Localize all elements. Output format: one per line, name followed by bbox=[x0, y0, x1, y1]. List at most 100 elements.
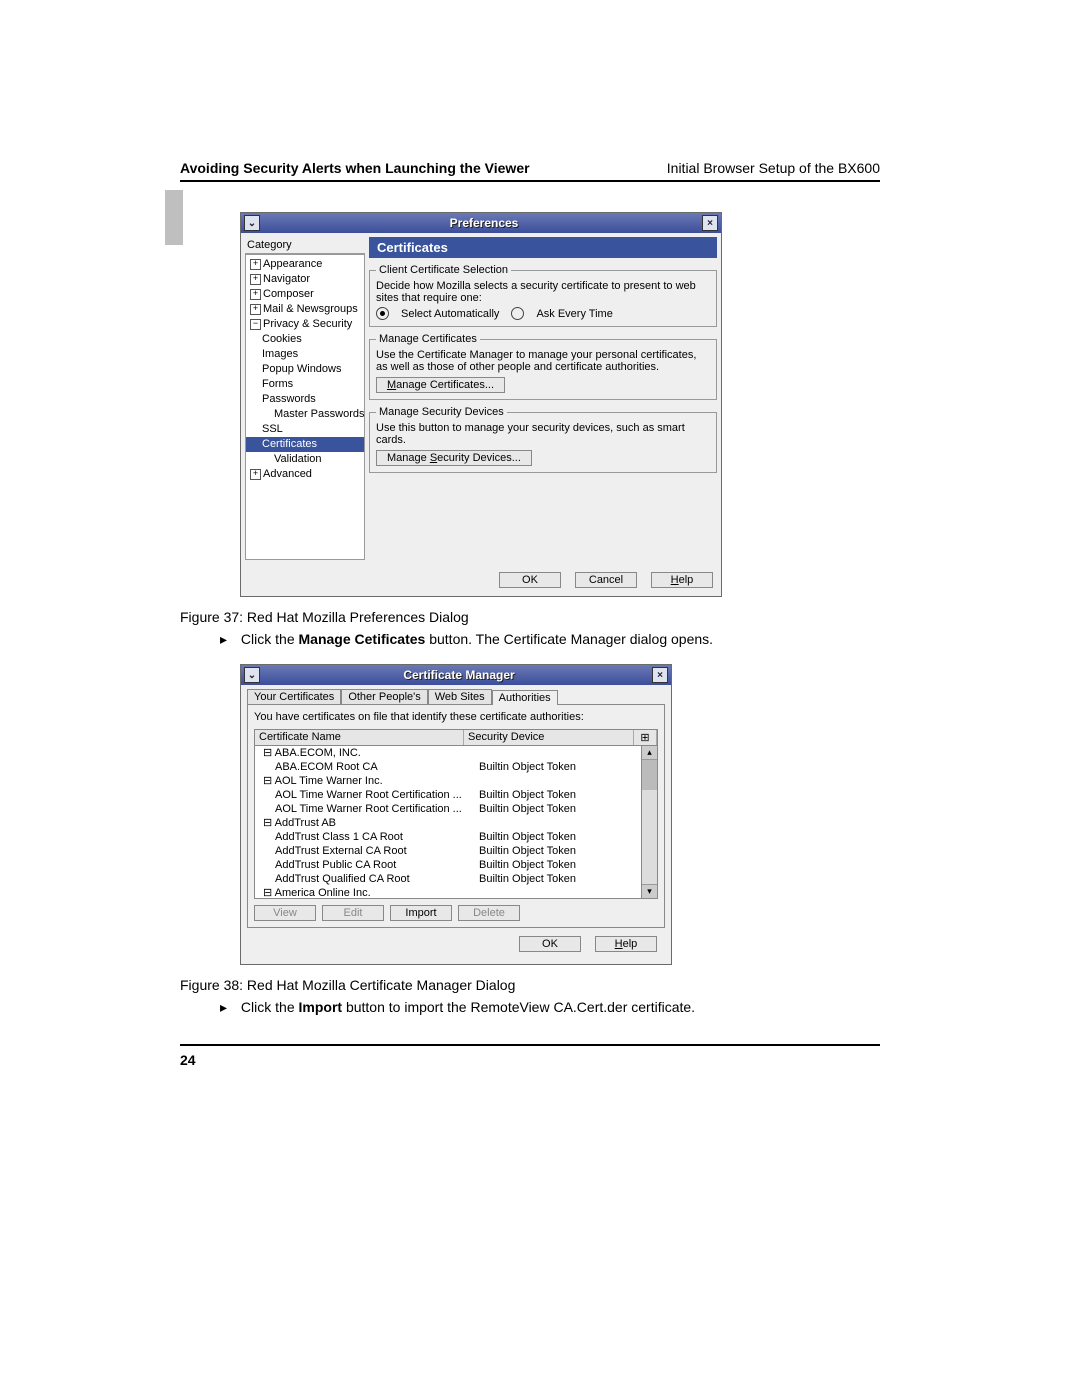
cm-table-header: Certificate Name Security Device ⊞ bbox=[254, 729, 658, 746]
group-text: Decide how Mozilla selects a security ce… bbox=[376, 280, 710, 304]
tree-item[interactable]: Forms bbox=[246, 377, 364, 392]
panel-title: Certificates bbox=[369, 237, 717, 258]
scroll-up-icon[interactable]: ▴ bbox=[642, 746, 657, 760]
page-number: 24 bbox=[180, 1052, 880, 1068]
manage-security-devices-button[interactable]: Manage Security Devices... bbox=[376, 450, 532, 466]
header-right: Initial Browser Setup of the BX600 bbox=[667, 160, 880, 176]
radio-label: Select Automatically bbox=[401, 308, 499, 320]
cm-titlebar: ⌄ Certificate Manager × bbox=[241, 665, 671, 685]
table-row[interactable]: ⊟ AddTrust AB bbox=[255, 816, 641, 830]
edit-button[interactable]: Edit bbox=[322, 905, 384, 921]
plus-icon[interactable]: + bbox=[250, 469, 261, 480]
tree-item[interactable]: Privacy & Security bbox=[263, 318, 352, 330]
tree-item[interactable]: Passwords bbox=[246, 392, 364, 407]
tree-item[interactable]: Advanced bbox=[263, 468, 312, 480]
col-security-device[interactable]: Security Device bbox=[464, 730, 634, 745]
import-button[interactable]: Import bbox=[390, 905, 452, 921]
figure-caption-37: Figure 37: Red Hat Mozilla Preferences D… bbox=[180, 609, 880, 625]
category-label: Category bbox=[245, 237, 365, 254]
scroll-thumb[interactable] bbox=[642, 760, 657, 790]
plus-icon[interactable]: + bbox=[250, 274, 261, 285]
bold-text: Manage Cetificates bbox=[299, 631, 426, 647]
page-header: Avoiding Security Alerts when Launching … bbox=[180, 160, 880, 182]
legend: Manage Security Devices bbox=[376, 406, 507, 418]
cert-name-cell: AddTrust Public CA Root bbox=[255, 858, 475, 872]
scrollbar[interactable]: ▴ ▾ bbox=[642, 746, 658, 899]
tree-item[interactable]: Navigator bbox=[263, 273, 310, 285]
tree-item[interactable]: Validation bbox=[246, 452, 364, 467]
security-device-cell bbox=[463, 816, 641, 830]
tab-your-certificates[interactable]: Your Certificates bbox=[247, 689, 341, 704]
tree-item[interactable]: Composer bbox=[263, 288, 314, 300]
tree-item[interactable]: Images bbox=[246, 347, 364, 362]
security-device-cell bbox=[463, 886, 641, 899]
tree-item[interactable]: Popup Windows bbox=[246, 362, 364, 377]
manage-certificates-button[interactable]: Manage Certificates... bbox=[376, 377, 505, 393]
security-device-cell bbox=[463, 746, 641, 760]
radio-label: Ask Every Time bbox=[536, 308, 612, 320]
cert-name-cell: AOL Time Warner Root Certification ... bbox=[255, 788, 475, 802]
table-row[interactable]: ⊟ AOL Time Warner Inc. bbox=[255, 774, 641, 788]
table-row[interactable]: AddTrust Public CA RootBuiltin Object To… bbox=[255, 858, 641, 872]
table-row[interactable]: ABA.ECOM Root CABuiltin Object Token bbox=[255, 760, 641, 774]
bullet-icon: ▸ bbox=[220, 999, 227, 1016]
tree-item[interactable]: Appearance bbox=[263, 258, 322, 270]
instruction-2: ▸ Click the Import button to import the … bbox=[220, 999, 880, 1016]
table-row[interactable]: AOL Time Warner Root Certification ...Bu… bbox=[255, 788, 641, 802]
window-menu-icon[interactable]: ⌄ bbox=[244, 215, 260, 231]
ok-button[interactable]: OK bbox=[519, 936, 581, 952]
cancel-button[interactable]: Cancel bbox=[575, 572, 637, 588]
tab-other-peoples[interactable]: Other People's bbox=[341, 689, 427, 704]
plus-icon[interactable]: + bbox=[250, 289, 261, 300]
cert-name-cell: AddTrust External CA Root bbox=[255, 844, 475, 858]
text: button to import the RemoteView CA.Cert.… bbox=[342, 999, 695, 1015]
col-certificate-name[interactable]: Certificate Name bbox=[255, 730, 464, 745]
tab-web-sites[interactable]: Web Sites bbox=[428, 689, 492, 704]
cert-name-cell: AddTrust Qualified CA Root bbox=[255, 872, 475, 886]
table-row[interactable]: ⊟ America Online Inc. bbox=[255, 886, 641, 899]
prefs-title: Preferences bbox=[266, 216, 702, 230]
bullet-icon: ▸ bbox=[220, 631, 227, 648]
delete-button[interactable]: Delete bbox=[458, 905, 520, 921]
scroll-down-icon[interactable]: ▾ bbox=[642, 884, 657, 898]
footer-rule bbox=[180, 1044, 880, 1046]
minus-icon[interactable]: − bbox=[250, 319, 261, 330]
client-cert-selection-group: Client Certificate Selection Decide how … bbox=[369, 264, 717, 327]
category-tree[interactable]: +Appearance +Navigator +Composer +Mail &… bbox=[245, 254, 365, 560]
tree-item[interactable]: Master Passwords bbox=[246, 407, 364, 422]
help-button[interactable]: Help bbox=[595, 936, 657, 952]
certificate-manager-dialog: ⌄ Certificate Manager × Your Certificate… bbox=[240, 664, 672, 965]
group-text: Use the Certificate Manager to manage yo… bbox=[376, 349, 710, 373]
cert-name-cell: ⊟ AOL Time Warner Inc. bbox=[255, 774, 463, 788]
table-row[interactable]: AddTrust Class 1 CA RootBuiltin Object T… bbox=[255, 830, 641, 844]
view-button[interactable]: View bbox=[254, 905, 316, 921]
ok-button[interactable]: OK bbox=[499, 572, 561, 588]
legend: Manage Certificates bbox=[376, 333, 480, 345]
col-menu-icon[interactable]: ⊞ bbox=[634, 730, 657, 745]
radio-select-auto[interactable] bbox=[376, 307, 389, 320]
cm-title: Certificate Manager bbox=[266, 668, 652, 682]
plus-icon[interactable]: + bbox=[250, 304, 261, 315]
cert-name-cell: AOL Time Warner Root Certification ... bbox=[255, 802, 475, 816]
cm-table-body[interactable]: ⊟ ABA.ECOM, INC.ABA.ECOM Root CABuiltin … bbox=[254, 746, 642, 899]
text: Click the bbox=[241, 999, 299, 1015]
tree-item[interactable]: SSL bbox=[246, 422, 364, 437]
radio-ask-every-time[interactable] bbox=[511, 307, 524, 320]
close-icon[interactable]: × bbox=[702, 215, 718, 231]
tab-authorities[interactable]: Authorities bbox=[492, 690, 558, 705]
table-row[interactable]: AOL Time Warner Root Certification ...Bu… bbox=[255, 802, 641, 816]
close-icon[interactable]: × bbox=[652, 667, 668, 683]
table-row[interactable]: ⊟ ABA.ECOM, INC. bbox=[255, 746, 641, 760]
cert-name-cell: ⊟ AddTrust AB bbox=[255, 816, 463, 830]
table-row[interactable]: AddTrust External CA RootBuiltin Object … bbox=[255, 844, 641, 858]
window-menu-icon[interactable]: ⌄ bbox=[244, 667, 260, 683]
cm-tabs: Your Certificates Other People's Web Sit… bbox=[247, 689, 665, 704]
help-button[interactable]: Help bbox=[651, 572, 713, 588]
tree-item[interactable]: Mail & Newsgroups bbox=[263, 303, 358, 315]
plus-icon[interactable]: + bbox=[250, 259, 261, 270]
table-row[interactable]: AddTrust Qualified CA RootBuiltin Object… bbox=[255, 872, 641, 886]
figure-caption-38: Figure 38: Red Hat Mozilla Certificate M… bbox=[180, 977, 880, 993]
cert-name-cell: AddTrust Class 1 CA Root bbox=[255, 830, 475, 844]
tree-item-selected[interactable]: Certificates bbox=[246, 437, 364, 452]
tree-item[interactable]: Cookies bbox=[246, 332, 364, 347]
